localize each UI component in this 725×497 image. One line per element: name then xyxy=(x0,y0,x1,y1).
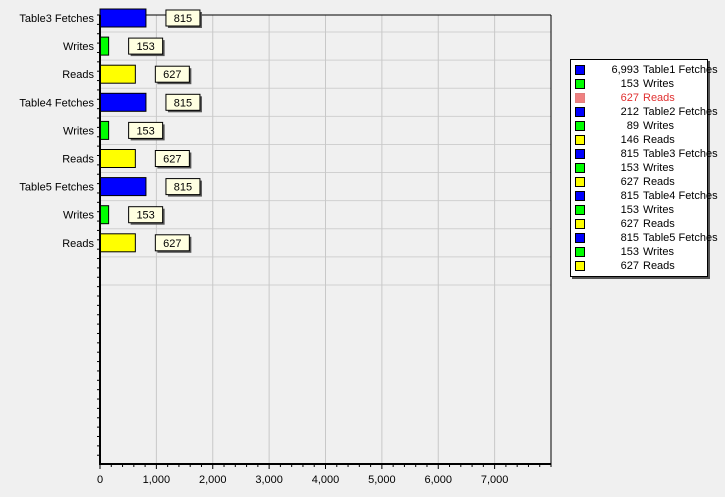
legend-label: Table3 Fetches xyxy=(643,148,718,160)
legend-label: Writes xyxy=(643,120,674,132)
legend-entry: 815 Table3 Fetches xyxy=(575,147,718,161)
legend-entry: 627 Reads xyxy=(575,175,707,189)
legend-value: 89 xyxy=(626,120,639,132)
legend-value: 815 xyxy=(620,232,639,244)
legend-swatch xyxy=(575,135,585,145)
bar xyxy=(99,120,110,140)
bar xyxy=(99,149,136,168)
data-label: 815 xyxy=(174,182,192,194)
bar xyxy=(99,205,110,225)
legend-entry: 212 Table2 Fetches xyxy=(575,105,718,119)
bar xyxy=(99,177,147,197)
legend-value: 153 xyxy=(620,204,639,216)
legend-swatch xyxy=(575,177,585,187)
legend-value: 627 xyxy=(620,218,639,230)
legend-entry: 627 Reads xyxy=(575,91,707,105)
legend-label: Reads xyxy=(643,92,675,104)
x-tick-label: 2,000 xyxy=(199,474,227,486)
legend-value: 6,993 xyxy=(611,64,639,76)
category-label: Writes xyxy=(63,125,94,137)
legend-value: 212 xyxy=(620,106,639,118)
category-label: Reads xyxy=(62,154,94,166)
data-label: 153 xyxy=(136,41,154,53)
legend-entry: 627 Reads xyxy=(575,217,707,231)
legend-swatch xyxy=(575,191,585,201)
legend-swatch xyxy=(575,219,585,229)
data-label: 815 xyxy=(174,13,192,25)
category-label: Table4 Fetches xyxy=(19,97,94,109)
data-label: 153 xyxy=(136,210,154,222)
legend-entry: 153 Writes xyxy=(575,77,707,91)
legend-value: 627 xyxy=(620,176,639,188)
legend-value: 627 xyxy=(620,260,639,272)
legend-value: 815 xyxy=(620,190,639,202)
legend-swatch xyxy=(575,233,585,243)
x-tick-label: 3,000 xyxy=(255,474,283,486)
legend-swatch xyxy=(575,261,585,271)
legend-swatch xyxy=(575,79,585,89)
bar xyxy=(99,64,136,84)
legend-value: 146 xyxy=(620,134,639,146)
legend-entry: 153 Writes xyxy=(575,161,707,175)
legend-entry: 89 Writes xyxy=(575,119,707,133)
legend-entry: 627 Reads xyxy=(575,259,707,273)
data-label: 153 xyxy=(136,125,154,137)
x-tick-label: 0 xyxy=(97,474,103,486)
x-tick-label: 4,000 xyxy=(312,474,340,486)
legend-swatch xyxy=(575,65,585,75)
data-label: 815 xyxy=(174,97,192,109)
legend-entry: 815 Table4 Fetches xyxy=(575,189,718,203)
legend-swatch xyxy=(575,107,585,117)
legend-label: Table5 Fetches xyxy=(643,232,718,244)
legend-entry: 6,993 Table1 Fetches xyxy=(575,63,718,77)
legend-label: Table2 Fetches xyxy=(643,106,718,118)
legend-value: 153 xyxy=(620,246,639,258)
category-label: Writes xyxy=(63,210,94,222)
x-tick-label: 7,000 xyxy=(481,474,509,486)
data-label: 627 xyxy=(163,69,181,81)
legend-label: Writes xyxy=(643,78,674,90)
legend-value: 153 xyxy=(620,162,639,174)
legend-swatch xyxy=(575,205,585,215)
legend-label: Reads xyxy=(643,218,675,230)
legend-entry: 153 Writes xyxy=(575,203,707,217)
legend-entry: 815 Table5 Fetches xyxy=(575,231,718,245)
category-label: Writes xyxy=(63,41,94,53)
chart-legend: 6,993 Table1 Fetches 153 Writes 627 Reads 212 T… xyxy=(570,59,718,277)
data-label: 627 xyxy=(163,154,181,166)
bar xyxy=(99,8,147,28)
legend-label: Reads xyxy=(643,260,675,272)
x-tick-label: 6,000 xyxy=(424,474,452,486)
legend-value: 153 xyxy=(620,78,639,90)
category-label: Table3 Fetches xyxy=(19,13,94,25)
legend-swatch xyxy=(575,247,585,257)
data-label: 627 xyxy=(163,238,181,250)
category-label: Reads xyxy=(62,69,94,81)
legend-label: Reads xyxy=(643,134,675,146)
bar xyxy=(99,36,110,56)
legend-swatch xyxy=(575,149,585,159)
legend-swatch xyxy=(575,121,585,131)
legend-value: 627 xyxy=(620,92,639,104)
legend-entry: 146 Reads xyxy=(575,133,707,147)
legend-label: Table1 Fetches xyxy=(643,64,718,76)
x-tick-label: 1,000 xyxy=(143,474,171,486)
legend-entry: 153 Writes xyxy=(575,245,707,259)
legend-swatch xyxy=(575,163,585,173)
legend-label: Reads xyxy=(643,176,675,188)
legend-value: 815 xyxy=(620,148,639,160)
category-label: Table5 Fetches xyxy=(19,182,94,194)
legend-label: Writes xyxy=(643,162,674,174)
bar xyxy=(99,233,136,253)
bar xyxy=(99,92,147,112)
category-label: Reads xyxy=(62,238,94,250)
legend-label: Writes xyxy=(643,246,674,258)
legend-label: Table4 Fetches xyxy=(643,190,718,202)
x-tick-label: 5,000 xyxy=(368,474,396,486)
legend-label: Writes xyxy=(643,204,674,216)
legend-swatch xyxy=(575,93,585,103)
